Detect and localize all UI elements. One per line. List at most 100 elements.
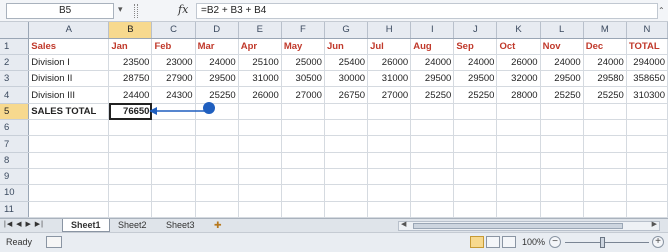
- cell-f6[interactable]: [281, 119, 325, 137]
- cell-j8[interactable]: [453, 152, 498, 170]
- cell-e10[interactable]: [238, 184, 282, 202]
- scrollbar-thumb[interactable]: [413, 223, 623, 229]
- column-header-c[interactable]: C: [151, 22, 196, 39]
- cell-i10[interactable]: [410, 184, 455, 202]
- cell-d4[interactable]: 25250: [195, 86, 239, 104]
- cell-l11[interactable]: [540, 201, 584, 219]
- column-header-n[interactable]: N: [626, 22, 668, 39]
- cell-f8[interactable]: [281, 152, 325, 170]
- formula-input[interactable]: =B2 + B3 + B4: [196, 3, 658, 19]
- cell-d10[interactable]: [195, 184, 239, 202]
- cell-a9[interactable]: [28, 168, 110, 186]
- cell-d9[interactable]: [195, 168, 239, 186]
- cell-j5[interactable]: [453, 103, 498, 121]
- cell-k4[interactable]: 28000: [496, 86, 541, 104]
- cell-h4[interactable]: 27000: [367, 86, 412, 104]
- cell-b6[interactable]: [108, 119, 153, 137]
- cell-b8[interactable]: [108, 152, 153, 170]
- column-header-a[interactable]: A: [28, 22, 110, 39]
- zoom-slider[interactable]: [565, 242, 649, 243]
- cell-i7[interactable]: [410, 135, 455, 153]
- cell-g9[interactable]: [324, 168, 369, 186]
- zoom-level[interactable]: 100%: [522, 237, 545, 247]
- cell-g8[interactable]: [324, 152, 369, 170]
- cell-a1[interactable]: Sales: [28, 38, 110, 55]
- column-header-l[interactable]: L: [540, 22, 584, 39]
- cell-e9[interactable]: [238, 168, 282, 186]
- cell-l8[interactable]: [540, 152, 584, 170]
- cell-j11[interactable]: [453, 201, 498, 219]
- cell-g1[interactable]: Jun: [324, 38, 369, 55]
- cell-i1[interactable]: Aug: [410, 38, 455, 55]
- cell-i6[interactable]: [410, 119, 455, 137]
- row-header-3[interactable]: 3: [0, 70, 30, 88]
- cell-d11[interactable]: [195, 201, 239, 219]
- tab-sheet1[interactable]: Sheet1: [62, 219, 110, 232]
- cell-b1[interactable]: Jan: [108, 38, 153, 55]
- cell-d1[interactable]: Mar: [195, 38, 239, 55]
- sheet-nav-buttons[interactable]: |◀ ◀ ▶ ▶|: [4, 220, 44, 228]
- cell-h3[interactable]: 31000: [367, 70, 412, 88]
- row-header-6[interactable]: 6: [0, 119, 30, 137]
- cell-a3[interactable]: Division II: [28, 70, 110, 88]
- cell-a11[interactable]: [28, 201, 110, 219]
- cell-i3[interactable]: 29500: [410, 70, 455, 88]
- cell-m11[interactable]: [583, 201, 627, 219]
- cell-c9[interactable]: [151, 168, 196, 186]
- cell-l2[interactable]: 24000: [540, 54, 584, 72]
- cell-h10[interactable]: [367, 184, 412, 202]
- cell-h11[interactable]: [367, 201, 412, 219]
- cell-i2[interactable]: 24000: [410, 54, 455, 72]
- cell-l7[interactable]: [540, 135, 584, 153]
- cell-m1[interactable]: Dec: [583, 38, 627, 55]
- cell-j2[interactable]: 24000: [453, 54, 498, 72]
- cell-e2[interactable]: 25100: [238, 54, 282, 72]
- cell-e1[interactable]: Apr: [238, 38, 282, 55]
- cell-j10[interactable]: [453, 184, 498, 202]
- cell-i8[interactable]: [410, 152, 455, 170]
- cell-i11[interactable]: [410, 201, 455, 219]
- row-header-7[interactable]: 7: [0, 135, 30, 153]
- column-header-f[interactable]: F: [281, 22, 325, 39]
- cell-b2[interactable]: 23500: [108, 54, 153, 72]
- cell-b10[interactable]: [108, 184, 153, 202]
- column-header-i[interactable]: I: [410, 22, 455, 39]
- cell-f10[interactable]: [281, 184, 325, 202]
- tab-sheet2[interactable]: Sheet2: [110, 219, 155, 232]
- cell-g10[interactable]: [324, 184, 369, 202]
- cell-m5[interactable]: [583, 103, 627, 121]
- column-header-j[interactable]: J: [453, 22, 498, 39]
- zoom-slider-thumb[interactable]: [600, 237, 605, 248]
- row-header-11[interactable]: 11: [0, 201, 30, 219]
- cell-d8[interactable]: [195, 152, 239, 170]
- column-header-d[interactable]: D: [195, 22, 239, 39]
- cell-j1[interactable]: Sep: [453, 38, 498, 55]
- cell-g2[interactable]: 25400: [324, 54, 369, 72]
- cell-l3[interactable]: 29500: [540, 70, 584, 88]
- row-header-4[interactable]: 4: [0, 86, 30, 104]
- cell-a6[interactable]: [28, 119, 110, 137]
- cell-j7[interactable]: [453, 135, 498, 153]
- insert-function-button[interactable]: fx: [178, 3, 188, 16]
- cell-g4[interactable]: 26750: [324, 86, 369, 104]
- column-header-b[interactable]: B: [108, 22, 153, 39]
- cell-h9[interactable]: [367, 168, 412, 186]
- zoom-in-icon[interactable]: +: [652, 236, 664, 248]
- cell-m4[interactable]: 25250: [583, 86, 627, 104]
- expand-formula-bar-icon[interactable]: ⌃: [658, 6, 665, 15]
- cell-e8[interactable]: [238, 152, 282, 170]
- row-header-9[interactable]: 9: [0, 168, 30, 186]
- cell-k7[interactable]: [496, 135, 541, 153]
- cell-f3[interactable]: 30500: [281, 70, 325, 88]
- cell-n2[interactable]: 294000: [626, 54, 668, 72]
- name-box[interactable]: B5: [6, 3, 114, 19]
- cell-k10[interactable]: [496, 184, 541, 202]
- cell-c4[interactable]: 24300: [151, 86, 196, 104]
- cell-d6[interactable]: [195, 119, 239, 137]
- page-layout-view-icon[interactable]: [486, 236, 500, 248]
- cell-m8[interactable]: [583, 152, 627, 170]
- cell-j9[interactable]: [453, 168, 498, 186]
- cell-e6[interactable]: [238, 119, 282, 137]
- cell-k11[interactable]: [496, 201, 541, 219]
- column-header-m[interactable]: M: [583, 22, 627, 39]
